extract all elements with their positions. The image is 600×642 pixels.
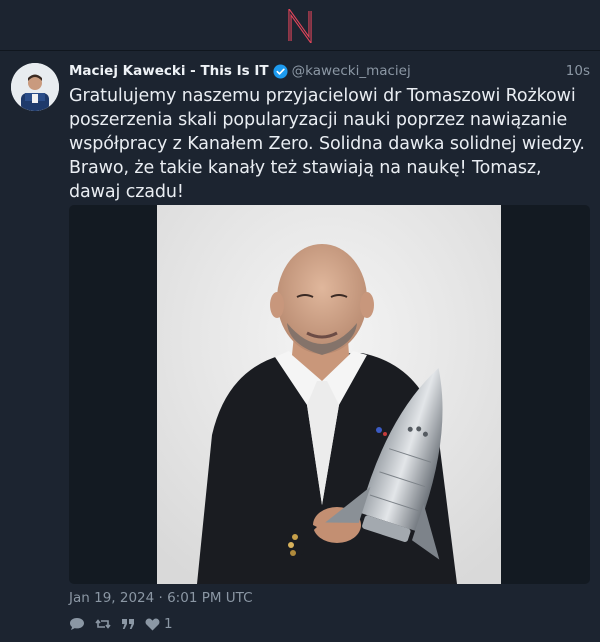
tweet-photo[interactable] <box>157 205 501 584</box>
retweet-icon <box>95 619 111 629</box>
retweet-button[interactable] <box>95 617 111 631</box>
tweet-date[interactable]: Jan 19, 2024 · 6:01 PM UTC <box>69 590 253 606</box>
tweet[interactable]: Maciej Kawecki - This Is IT @kawecki_mac… <box>0 51 600 642</box>
author-handle[interactable]: @kawecki_maciej <box>292 63 411 79</box>
tweet-actions: 1 <box>69 615 183 633</box>
like-button[interactable]: 1 <box>145 616 173 632</box>
tweet-time[interactable]: 10s <box>566 63 590 79</box>
like-count: 1 <box>164 616 173 632</box>
reply-icon <box>70 618 84 630</box>
app-logo[interactable] <box>286 9 314 43</box>
quote-icon <box>122 619 134 629</box>
tweet-header: Maciej Kawecki - This Is IT @kawecki_mac… <box>69 60 590 82</box>
tweet-text: Gratulujemy naszemu przyjacielowi dr Tom… <box>69 86 585 202</box>
avatar[interactable] <box>11 63 59 111</box>
heart-icon <box>145 618 160 630</box>
verified-badge-icon <box>273 63 288 79</box>
reply-button[interactable] <box>69 617 85 631</box>
author-name[interactable]: Maciej Kawecki - This Is IT <box>69 63 269 79</box>
tweet-media[interactable] <box>69 205 590 584</box>
quote-button[interactable] <box>121 618 135 630</box>
top-bar <box>0 0 600 51</box>
